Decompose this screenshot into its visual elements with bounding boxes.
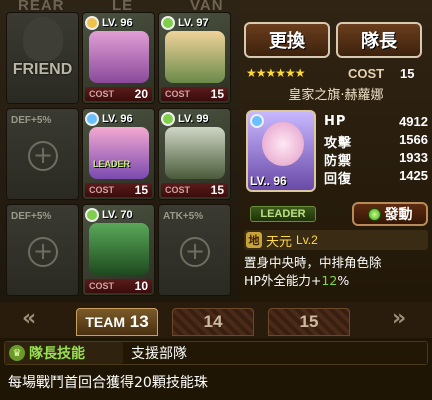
wood-attribute-icon bbox=[161, 112, 175, 126]
leader-skill-panel: ♛ 隊長技能 支援部隊 每場戰鬥首回合獲得20顆技能珠 bbox=[0, 338, 432, 400]
card-detail-panel: 更換 隊長 ★★★★★★ COST 15 皇家之旗·赫蘿娜 LV.. 96 HP… bbox=[240, 0, 432, 302]
cost-label: COST bbox=[348, 66, 385, 81]
activate-label: 發動 bbox=[384, 207, 413, 223]
stat-value: 1933 bbox=[399, 150, 428, 165]
add-icon: + bbox=[28, 141, 58, 171]
team-slot-middle-top[interactable]: LV. 96 COST 20 bbox=[82, 12, 155, 104]
stat-value: 4912 bbox=[399, 114, 428, 129]
ready-indicator-icon bbox=[367, 207, 381, 221]
friend-slot[interactable]: FRIEND bbox=[6, 12, 79, 104]
team-tab-bar: « TEAM 13 14 15 » bbox=[0, 302, 432, 338]
stat-row: 回復 1425 bbox=[324, 168, 428, 187]
card-level: LV. 99 bbox=[178, 113, 209, 125]
add-icon: + bbox=[28, 237, 58, 267]
rarity-stars: ★★★★★★ bbox=[246, 66, 306, 80]
leader-tag: LEADER bbox=[93, 159, 131, 169]
card-level: LV. 70 bbox=[102, 209, 133, 221]
skill-desc-line-2: HP外全能力+ bbox=[244, 273, 322, 288]
stat-key: 回復 bbox=[324, 172, 353, 187]
leader-skill-name: 支援部隊 bbox=[123, 342, 427, 364]
stat-key: 攻擊 bbox=[324, 136, 353, 151]
cost-value: 15 bbox=[210, 183, 224, 197]
slot-bonus: ATK+5% bbox=[163, 211, 204, 222]
slot-bonus: DEF+5% bbox=[11, 115, 52, 126]
character-portrait bbox=[89, 127, 149, 179]
leader-badge: LEADER bbox=[250, 206, 316, 222]
stats-table: HP 4912 攻擊 1566 防禦 1933 回復 1425 bbox=[324, 114, 428, 187]
card-level: LV. 97 bbox=[178, 17, 209, 29]
stat-row: 攻擊 1566 bbox=[324, 132, 428, 151]
active-skill-header: 地 天元 Lv.2 bbox=[244, 230, 428, 250]
card-name: 皇家之旗·赫蘿娜 bbox=[288, 88, 384, 103]
cost-label: COST bbox=[165, 89, 191, 99]
skill-level: Lv.2 bbox=[296, 233, 318, 247]
card-level: LV. 96 bbox=[102, 113, 133, 125]
skill-bonus-unit: % bbox=[337, 273, 350, 288]
stat-value: 1425 bbox=[399, 168, 428, 183]
stat-row: 防禦 1933 bbox=[324, 150, 428, 169]
character-portrait bbox=[165, 31, 225, 83]
add-icon: + bbox=[180, 237, 210, 267]
team-slot-van-middle[interactable]: LV. 99 COST 15 bbox=[158, 108, 231, 200]
water-attribute-icon bbox=[250, 114, 264, 128]
stat-row: HP 4912 bbox=[324, 114, 428, 132]
swap-button[interactable]: 更換 bbox=[244, 22, 330, 58]
cost-value: 15 bbox=[400, 66, 415, 81]
cost-value: 15 bbox=[210, 87, 224, 101]
cost-label: COST bbox=[165, 185, 191, 195]
crown-icon: ♛ bbox=[9, 345, 25, 361]
empty-slot-rear-bottom[interactable]: DEF+5% + bbox=[6, 204, 79, 296]
slot-bonus: DEF+5% bbox=[11, 211, 52, 222]
friend-silhouette-icon bbox=[23, 17, 63, 61]
skill-name: 天元 bbox=[266, 234, 293, 250]
cost-label: COST bbox=[89, 185, 115, 195]
empty-slot-van-bottom[interactable]: ATK+5% + bbox=[158, 204, 231, 296]
team-slot-middle-bottom[interactable]: LV. 70 COST 10 bbox=[82, 204, 155, 296]
tab-team-14[interactable]: 14 bbox=[172, 308, 254, 336]
cost-label: COST bbox=[89, 281, 115, 291]
character-portrait bbox=[89, 31, 149, 83]
stat-key: HP bbox=[324, 114, 347, 129]
team-slot-center-leader[interactable]: LV. 96 LEADER COST 15 bbox=[82, 108, 155, 200]
character-portrait bbox=[89, 223, 149, 275]
wood-attribute-icon bbox=[85, 208, 99, 222]
earth-element-icon: 地 bbox=[246, 232, 262, 248]
empty-slot-rear-middle[interactable]: DEF+5% + bbox=[6, 108, 79, 200]
activate-skill-button[interactable]: 發動 bbox=[352, 202, 428, 226]
leader-skill-description: 每場戰鬥首回合獲得20顆技能珠 bbox=[8, 375, 208, 391]
set-leader-button[interactable]: 隊長 bbox=[336, 22, 422, 58]
friend-label: FRIEND bbox=[12, 61, 73, 78]
light-attribute-icon bbox=[85, 16, 99, 30]
cost-label: COST bbox=[89, 89, 115, 99]
skill-desc-line-1: 置身中央時，中排角色除 bbox=[244, 255, 382, 270]
skill-bonus-value: 12 bbox=[321, 273, 338, 288]
leader-skill-label: 隊長技能 bbox=[29, 346, 85, 362]
card-level: LV. 96 bbox=[102, 17, 133, 29]
stat-value: 1566 bbox=[399, 132, 428, 147]
water-attribute-icon bbox=[85, 112, 99, 126]
team-slot-van-top[interactable]: LV. 97 COST 15 bbox=[158, 12, 231, 104]
cost-value: 20 bbox=[134, 87, 148, 101]
cost-value: 15 bbox=[134, 183, 148, 197]
team-label: TEAM bbox=[85, 314, 125, 330]
skill-description: 置身中央時，中排角色除 HP外全能力+12% bbox=[244, 254, 430, 290]
previous-team-icon[interactable]: « bbox=[22, 306, 36, 331]
portrait-level: LV.. 96 bbox=[250, 174, 287, 188]
cost-value: 10 bbox=[134, 279, 148, 293]
card-portrait[interactable]: LV.. 96 bbox=[246, 110, 316, 192]
next-team-icon[interactable]: » bbox=[392, 306, 406, 331]
wood-attribute-icon bbox=[161, 16, 175, 30]
character-portrait bbox=[165, 127, 225, 179]
stat-key: 防禦 bbox=[324, 154, 353, 169]
team-number: 13 bbox=[129, 312, 149, 331]
tab-team-13[interactable]: TEAM 13 bbox=[76, 308, 158, 336]
character-face bbox=[262, 122, 304, 166]
tab-team-15[interactable]: 15 bbox=[268, 308, 350, 336]
